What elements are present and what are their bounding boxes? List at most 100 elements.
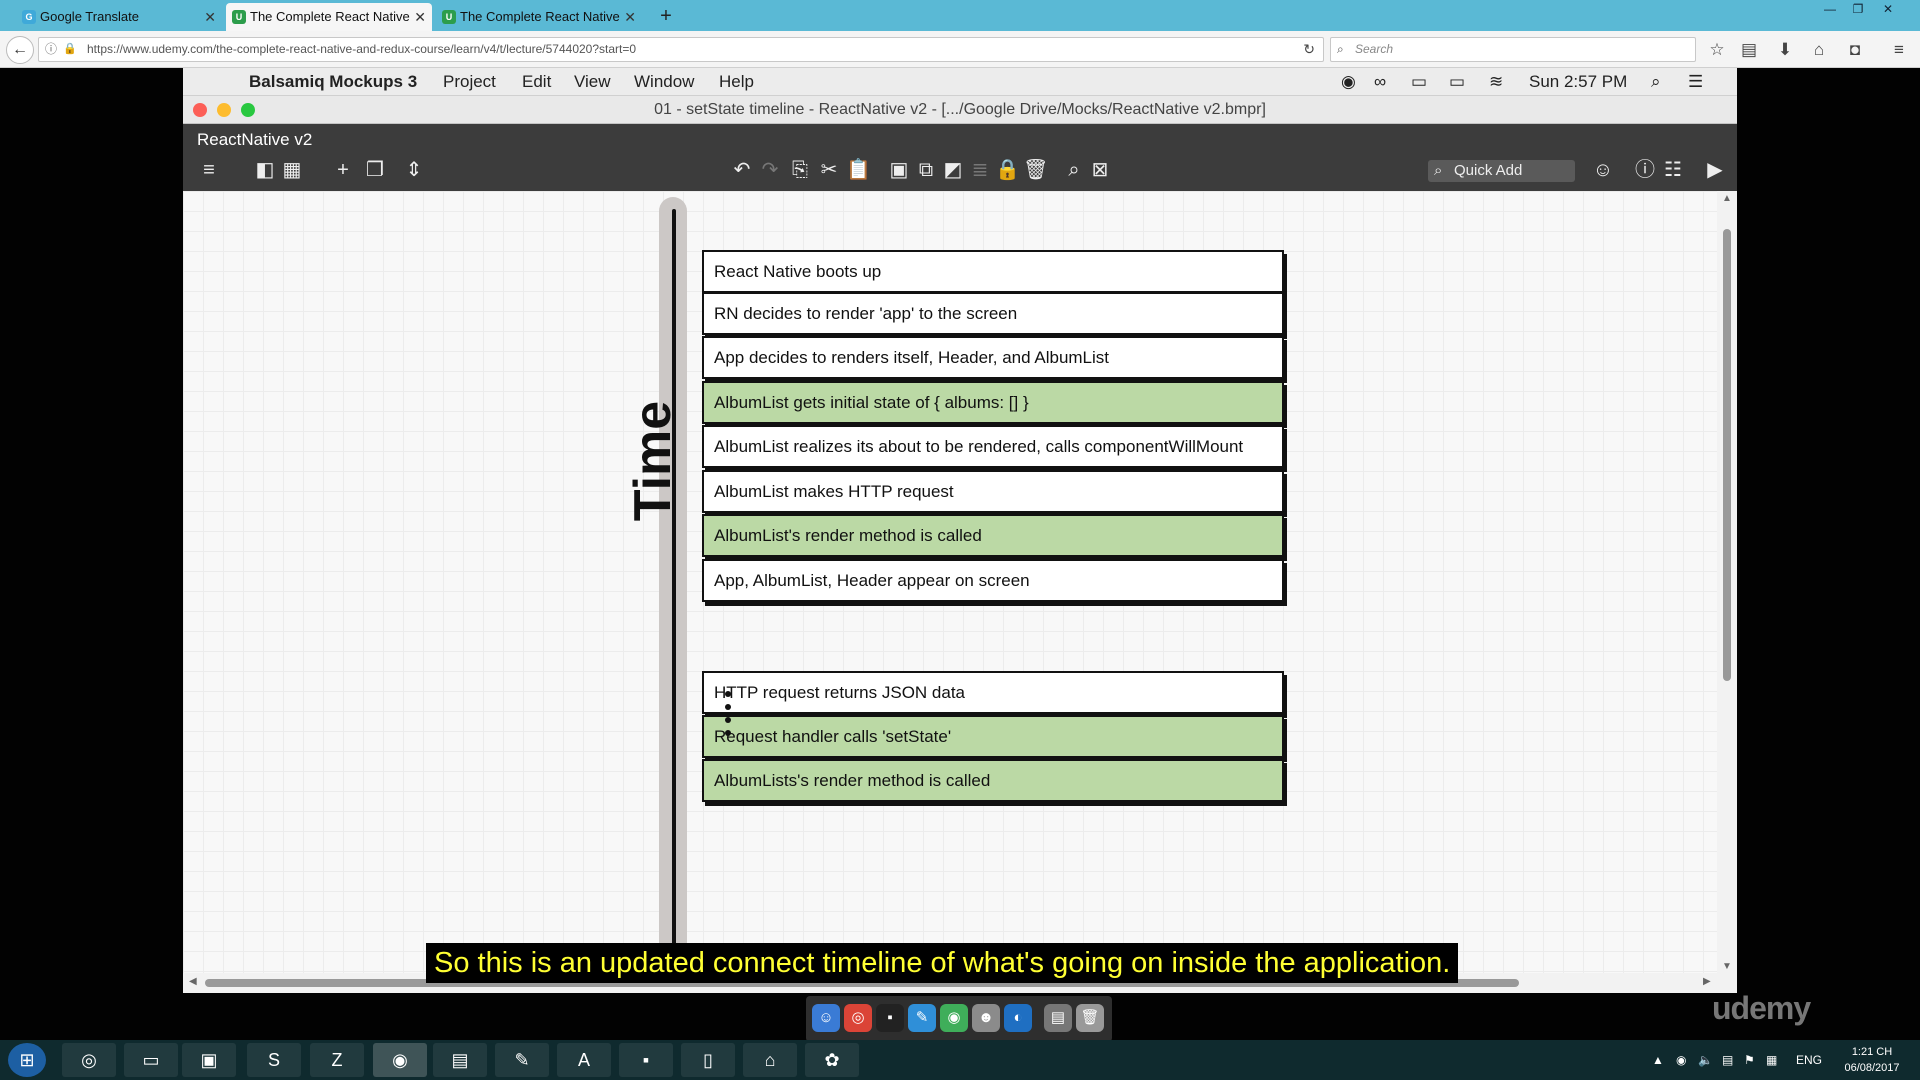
trash-icon[interactable]: 🗑 xyxy=(1076,1004,1104,1032)
group-icon[interactable]: ▣ xyxy=(887,158,911,182)
mockup-canvas[interactable]: Time React Native boots up RN decides to … xyxy=(183,191,1737,993)
bookmark-star-icon[interactable]: ☆ xyxy=(1705,38,1729,62)
timeline-step[interactable]: App decides to renders itself, Header, a… xyxy=(702,336,1284,379)
chrome-icon[interactable]: ◎ xyxy=(844,1004,872,1032)
timeline-step[interactable]: AlbumList realizes its about to be rende… xyxy=(702,425,1284,468)
restore-icon[interactable]: ❐ xyxy=(1846,0,1870,18)
timeline-step[interactable]: Request handler calls 'setState' xyxy=(702,715,1284,758)
timeline-step[interactable]: RN decides to render 'app' to the screen xyxy=(702,292,1284,335)
emoji-app-icon[interactable]: ☻ xyxy=(972,1004,1000,1032)
find-icon[interactable]: ⌕ xyxy=(1062,158,1086,182)
download-icon[interactable]: ⬇ xyxy=(1773,38,1797,62)
pocket-icon[interactable]: ◘ xyxy=(1843,38,1867,62)
new-tab-button[interactable]: + xyxy=(654,3,678,29)
tab-react-native-course-active[interactable]: U The Complete React Native ✕ xyxy=(226,3,432,31)
volume-icon[interactable]: 🔈 xyxy=(1698,1040,1713,1080)
sort-icon[interactable]: ⇕ xyxy=(402,158,426,182)
add-icon[interactable]: + xyxy=(331,158,355,182)
record-icon[interactable]: ◉ xyxy=(1341,68,1356,96)
back-button[interactable]: ← xyxy=(6,36,34,64)
menu-edit[interactable]: Edit xyxy=(522,68,551,96)
hamburger-menu-icon[interactable]: ≡ xyxy=(1887,38,1911,62)
timeline-step[interactable]: React Native boots up xyxy=(702,250,1284,293)
notepad-taskbar-icon[interactable]: ✎ xyxy=(495,1043,549,1077)
timeline-step[interactable]: AlbumList makes HTTP request xyxy=(702,470,1284,513)
terminal-icon[interactable]: ▪ xyxy=(876,1004,904,1032)
quick-add-input[interactable]: ⌕ Quick Add xyxy=(1428,160,1575,182)
scroll-right-icon[interactable]: ▶ xyxy=(1703,976,1711,987)
menu-view[interactable]: View xyxy=(574,68,611,96)
user-icon[interactable]: ☺ xyxy=(1591,158,1615,182)
properties-icon[interactable]: ☷ xyxy=(1661,158,1685,182)
tray-app-icon[interactable]: ◉ xyxy=(1676,1040,1686,1080)
network-icon[interactable]: ▦ xyxy=(1766,1040,1777,1080)
files-taskbar-icon[interactable]: ▣ xyxy=(182,1043,236,1077)
zoom-window-button[interactable] xyxy=(241,103,255,117)
align-icon[interactable]: ≣ xyxy=(968,158,992,182)
copy-icon[interactable]: ⎘ xyxy=(788,158,812,182)
grid-view-icon[interactable]: ▦ xyxy=(280,158,304,182)
presentation-icon[interactable]: ▶ xyxy=(1703,158,1727,182)
info-icon[interactable]: ⓘ xyxy=(45,38,57,61)
scroll-down-icon[interactable]: ▼ xyxy=(1721,961,1733,972)
delete-icon[interactable]: 🗑 xyxy=(1023,158,1048,182)
app-name[interactable]: Balsamiq Mockups 3 xyxy=(249,68,417,96)
documents-icon[interactable]: ▤ xyxy=(1044,1004,1072,1032)
cmd-taskbar-icon[interactable]: ▪ xyxy=(619,1043,673,1077)
tab-react-native-course[interactable]: U The Complete React Native ✕ xyxy=(436,3,642,31)
cut-icon[interactable]: ✂ xyxy=(817,158,841,182)
lock-icon[interactable]: 🔒 xyxy=(995,158,1020,182)
reading-list-icon[interactable]: ▤ xyxy=(1737,38,1761,62)
wifi-icon[interactable]: ≋ xyxy=(1489,68,1503,96)
minimize-window-button[interactable] xyxy=(217,103,231,117)
tray-flag-icon[interactable]: ⚑ xyxy=(1744,1040,1755,1080)
start-button[interactable]: ⊞ xyxy=(8,1043,46,1077)
tray-expand-icon[interactable]: ▲ xyxy=(1652,1040,1664,1080)
glasses-icon[interactable]: ∞ xyxy=(1374,68,1386,96)
tray-doc-icon[interactable]: ▤ xyxy=(1722,1040,1733,1080)
phone-taskbar-icon[interactable]: ▯ xyxy=(681,1043,735,1077)
reload-icon[interactable]: ↻ xyxy=(1303,38,1315,61)
vertical-scroll-thumb[interactable] xyxy=(1723,229,1731,681)
toggle-navigator-icon[interactable]: ◧ xyxy=(253,158,277,182)
language-indicator[interactable]: ENG xyxy=(1796,1040,1822,1080)
menu-help[interactable]: Help xyxy=(719,68,754,96)
taskbar-clock[interactable]: 1:21 CH 06/08/2017 xyxy=(1832,1044,1912,1078)
timeline-step[interactable]: AlbumList gets initial state of { albums… xyxy=(702,381,1284,424)
address-bar[interactable]: ⓘ 🔒 https://www.udemy.com/the-complete-r… xyxy=(38,37,1324,62)
file-explorer-taskbar-icon[interactable]: ▤ xyxy=(433,1043,487,1077)
timeline-step[interactable]: AlbumLists's render method is called xyxy=(702,759,1284,802)
hamburger-menu-icon[interactable]: ≡ xyxy=(197,158,221,182)
timeline-step[interactable]: HTTP request returns JSON data xyxy=(702,671,1284,714)
paint-taskbar-icon[interactable]: ✿ xyxy=(805,1043,859,1077)
scroll-up-icon[interactable]: ▲ xyxy=(1721,193,1733,204)
timeline-step[interactable]: App, AlbumList, Header appear on screen xyxy=(702,559,1284,602)
app-icon[interactable]: ◉ xyxy=(940,1004,968,1032)
zalo-taskbar-icon[interactable]: Z xyxy=(310,1043,364,1077)
redo-icon[interactable]: ↷ xyxy=(758,158,782,182)
fit-screen-icon[interactable]: ⊠ xyxy=(1088,158,1112,182)
timeline-step[interactable]: AlbumList's render method is called xyxy=(702,514,1284,557)
close-tab-icon[interactable]: ✕ xyxy=(204,3,216,31)
info-icon[interactable]: ⓘ xyxy=(1633,158,1657,182)
menu-window[interactable]: Window xyxy=(634,68,694,96)
close-window-button[interactable] xyxy=(193,103,207,117)
vertical-scrollbar[interactable]: ▲ ▼ xyxy=(1717,191,1737,993)
menu-project[interactable]: Project xyxy=(443,68,496,96)
close-window-icon[interactable]: ✕ xyxy=(1876,0,1900,18)
arrange-icon[interactable]: ◩ xyxy=(941,158,965,182)
undo-icon[interactable]: ↶ xyxy=(730,158,754,182)
close-tab-icon[interactable]: ✕ xyxy=(624,3,636,31)
airplay-icon[interactable]: ▭ xyxy=(1411,68,1427,96)
xcode-icon[interactable]: ✎ xyxy=(908,1004,936,1032)
notification-center-icon[interactable]: ☰ xyxy=(1688,68,1703,96)
browser-app-icon[interactable]: ◐ xyxy=(1004,1004,1032,1032)
paste-icon[interactable]: 📋 xyxy=(846,158,871,182)
firefox-taskbar-icon[interactable]: ◉ xyxy=(373,1043,427,1077)
chrome-taskbar-icon[interactable]: ◎ xyxy=(62,1043,116,1077)
sticky-notes-taskbar-icon[interactable]: ▭ xyxy=(124,1043,178,1077)
android-studio-taskbar-icon[interactable]: A xyxy=(557,1043,611,1077)
spotlight-search-icon[interactable]: ⌕ xyxy=(1651,68,1661,96)
duplicate-icon[interactable]: ❐ xyxy=(363,158,387,182)
tab-google-translate[interactable]: G Google Translate ✕ xyxy=(16,3,222,31)
